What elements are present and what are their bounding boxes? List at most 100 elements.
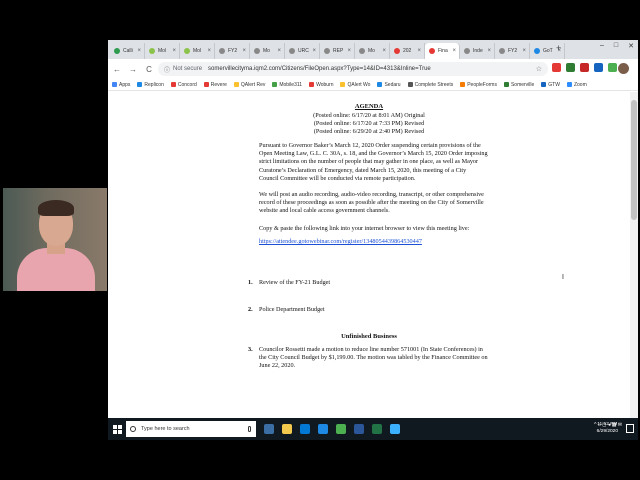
tab-label: Mo: [263, 48, 270, 54]
taskbar-app-icon[interactable]: [282, 424, 292, 434]
bookmark-item[interactable]: Mobile311: [272, 82, 302, 88]
browser-tab[interactable]: REP ×: [320, 43, 355, 59]
tab-close-icon[interactable]: ×: [312, 48, 316, 54]
paragraph-line: Curatone’s Declaration of Emergency, dat…: [259, 166, 467, 174]
extension-icon[interactable]: [594, 63, 603, 72]
browser-tab[interactable]: Inde ×: [460, 43, 495, 59]
extension-icon[interactable]: [552, 63, 561, 72]
minimize-button[interactable]: –: [600, 42, 604, 50]
maximize-button[interactable]: □: [614, 42, 618, 50]
scrollbar-thumb[interactable]: [631, 100, 637, 220]
browser-tab[interactable]: Mo ×: [250, 43, 285, 59]
bookmark-favicon-icon: [460, 82, 466, 87]
tab-close-icon[interactable]: ×: [137, 48, 141, 54]
browser-tab[interactable]: Mol ×: [145, 43, 180, 59]
bookmark-item[interactable]: Concord: [170, 82, 197, 88]
tab-favicon-icon: [254, 48, 260, 54]
tab-close-icon[interactable]: ×: [172, 48, 176, 54]
browser-tab[interactable]: Calli ×: [110, 43, 145, 59]
tab-close-icon[interactable]: ×: [487, 48, 491, 54]
bookmark-item[interactable]: GTW: [541, 82, 560, 88]
tab-close-icon[interactable]: ×: [207, 48, 211, 54]
browser-tab[interactable]: 202 ×: [390, 43, 425, 59]
bookmark-item[interactable]: Sedaru: [377, 81, 401, 88]
bookmark-item[interactable]: Complete Streets: [407, 82, 453, 88]
paragraph-line: Pursuant to Governor Baker’s March 12, 2…: [259, 142, 481, 149]
bookmark-item[interactable]: Woburn: [309, 82, 333, 88]
extension-icon[interactable]: [566, 63, 575, 72]
bookmark-label: Apps: [119, 81, 131, 88]
bookmark-favicon-icon: [272, 82, 278, 87]
browser-tab[interactable]: FY2 ×: [215, 43, 250, 59]
back-button[interactable]: ←: [110, 65, 124, 74]
browser-tab[interactable]: URC ×: [285, 43, 320, 59]
tab-close-icon[interactable]: ×: [277, 48, 281, 54]
address-bar[interactable]: ⓘ Not secure somervillecityma.iqm2.com/C…: [158, 62, 548, 76]
tab-favicon-icon: [359, 48, 365, 54]
tab-close-icon[interactable]: ×: [347, 48, 351, 54]
extensions-area: [552, 63, 617, 72]
taskbar-app-icon[interactable]: [300, 424, 310, 434]
taskbar-search-box[interactable]: Type here to search: [126, 421, 256, 437]
microphone-icon[interactable]: [248, 426, 251, 432]
info-icon[interactable]: ⓘ: [164, 65, 170, 74]
browser-tab[interactable]: Fina ×: [425, 43, 460, 59]
bookmark-favicon-icon: [137, 82, 143, 87]
taskbar-app-icon[interactable]: [372, 424, 382, 434]
tab-close-icon[interactable]: ×: [382, 48, 386, 54]
tab-label: 202: [403, 48, 412, 54]
tab-close-icon[interactable]: ×: [417, 48, 421, 54]
tab-close-icon[interactable]: ×: [522, 48, 526, 54]
tab-close-icon[interactable]: ×: [452, 48, 456, 54]
taskbar-clock[interactable]: 11:52 PM 6/29/2020: [597, 421, 618, 435]
bookmark-item[interactable]: QAlert Rev: [233, 82, 265, 88]
new-tab-button[interactable]: +: [556, 43, 561, 53]
pdf-viewer: AGENDA (Posted online: 6/17/20 at 8:01 A…: [108, 92, 638, 418]
webinar-link[interactable]: https://attendee.gotowebinar.com/registe…: [259, 238, 422, 245]
paragraph-line: We will post an audio recording, audio-v…: [259, 191, 484, 198]
bookmark-item[interactable]: QAlert Wo: [340, 82, 370, 88]
bookmark-label: Mobile311: [279, 81, 303, 88]
item-line: the City Council Budget by $1,199.00. Th…: [259, 354, 488, 362]
browser-tab[interactable]: FY2 ×: [495, 43, 530, 59]
close-window-button[interactable]: ✕: [628, 42, 634, 50]
clock-date: 6/29/2020: [596, 429, 618, 434]
copy-link-paragraph: Copy & paste the following link into you…: [259, 225, 470, 232]
bookmark-label: Revere: [210, 81, 227, 88]
bookmark-item[interactable]: PeopleForms: [460, 82, 497, 88]
bookmark-item[interactable]: Apps: [112, 82, 130, 88]
profile-avatar[interactable]: [618, 63, 629, 74]
bookmark-item[interactable]: Zoom: [566, 82, 587, 88]
bookmark-favicon-icon: [541, 82, 547, 87]
tab-favicon-icon: [114, 48, 120, 54]
bookmark-item[interactable]: Revere: [203, 81, 227, 88]
bookmark-item[interactable]: Somerville: [503, 82, 534, 88]
vertical-scrollbar[interactable]: [630, 92, 638, 418]
bookmark-label: Sedaru: [384, 81, 401, 88]
url-text[interactable]: somervillecityma.iqm2.com/Citizens/FileO…: [208, 66, 431, 72]
browser-tab[interactable]: Mo ×: [355, 43, 390, 59]
taskbar-app-icon[interactable]: [264, 424, 274, 434]
taskbar-app-icon[interactable]: [390, 424, 400, 434]
star-icon[interactable]: ☆: [536, 65, 542, 73]
forward-button[interactable]: →: [126, 65, 140, 74]
window-controls: – □ ✕: [600, 42, 634, 50]
browser-tab[interactable]: Mol ×: [180, 43, 215, 59]
bookmark-label: Woburn: [316, 81, 334, 88]
reload-button[interactable]: C: [142, 65, 156, 74]
webcam-video-tile: [3, 188, 107, 291]
taskbar-app-icon[interactable]: [336, 424, 346, 434]
viewer-margin-left: [108, 92, 210, 418]
extension-icon[interactable]: [608, 63, 617, 72]
bookmark-item[interactable]: Replicon: [137, 82, 164, 88]
taskbar-apps: [256, 424, 400, 434]
taskbar-app-icon[interactable]: [354, 424, 364, 434]
extension-icon[interactable]: [580, 63, 589, 72]
tab-label: FY2: [228, 48, 238, 54]
notification-center-icon[interactable]: [626, 424, 634, 433]
person-shirt: [17, 248, 95, 291]
taskbar-app-icon[interactable]: [318, 424, 328, 434]
start-button[interactable]: [108, 418, 126, 440]
text-cursor-icon: I: [562, 274, 564, 281]
tab-close-icon[interactable]: ×: [242, 48, 246, 54]
